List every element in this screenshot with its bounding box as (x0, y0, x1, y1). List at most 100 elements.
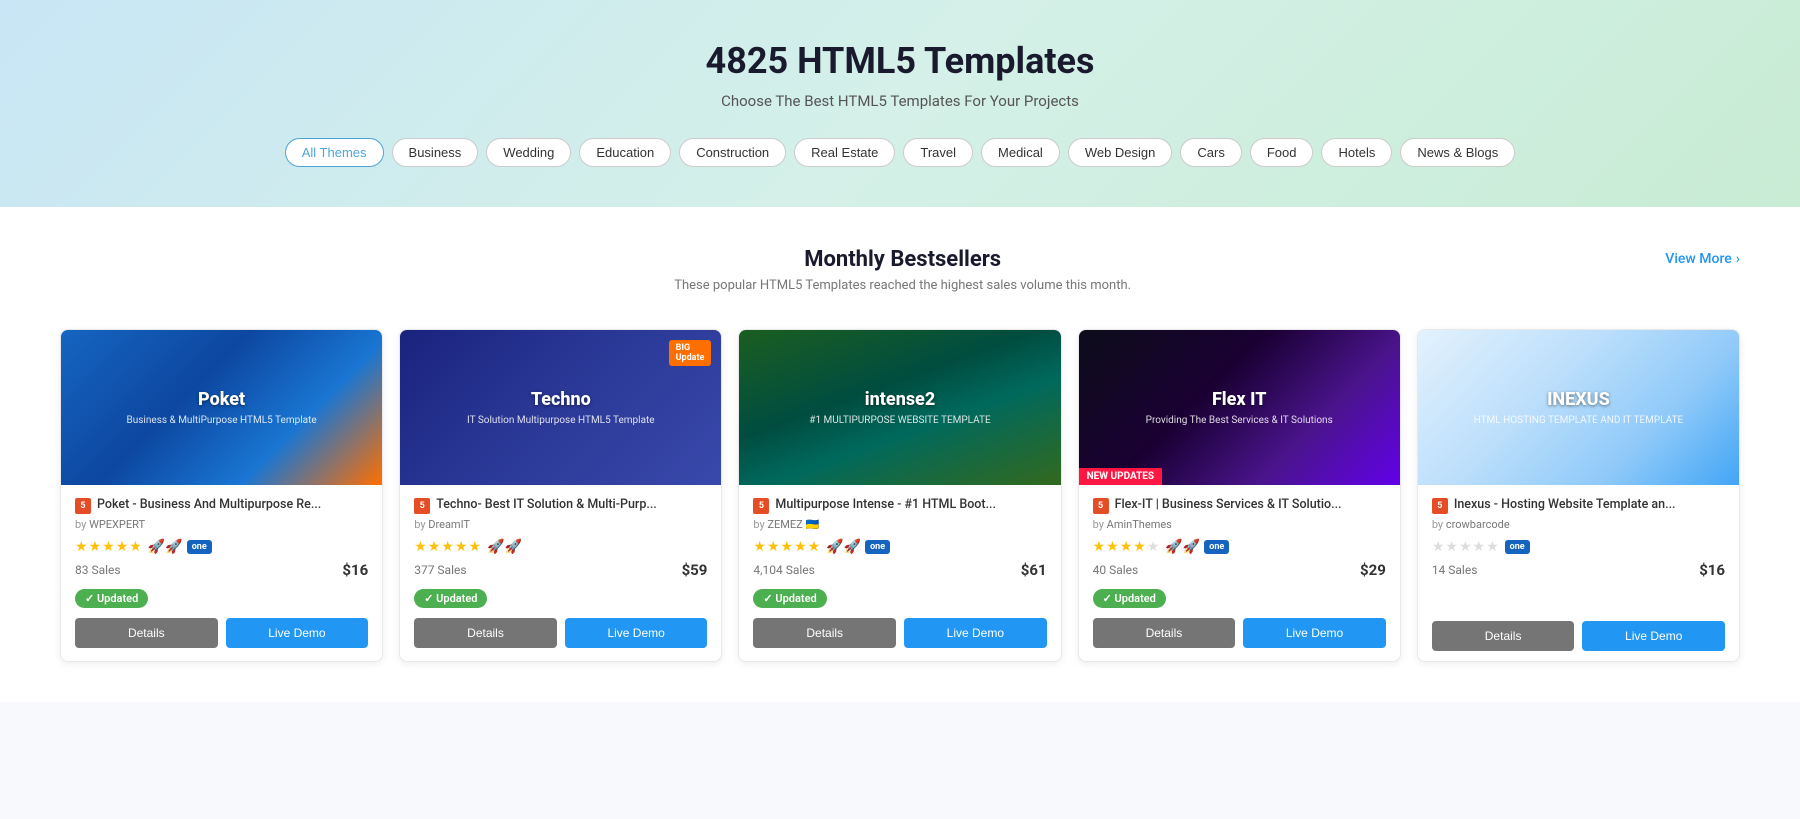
stars-container: ★★★★★ (1432, 539, 1499, 555)
star-5: ★ (1147, 539, 1160, 555)
card-author: by DreamIT (414, 518, 707, 531)
html5-icon: 5 (1432, 498, 1448, 514)
card-buttons: Details Live Demo (1432, 621, 1725, 651)
filter-tag-business[interactable]: Business (392, 138, 479, 167)
one-badge: one (1505, 540, 1530, 554)
cards-grid: Poket Business & MultiPurpose HTML5 Temp… (60, 329, 1740, 662)
card-body: 5 Techno- Best IT Solution & Multi-Purp.… (400, 485, 721, 658)
details-button[interactable]: Details (753, 618, 896, 648)
section-title-area: Monthly Bestsellers These popular HTML5 … (140, 247, 1665, 321)
page-title: 4825 HTML5 Templates (20, 40, 1780, 82)
star-4: ★ (794, 539, 807, 555)
details-button[interactable]: Details (75, 618, 218, 648)
card-thumbnail: INEXUS HTML HOSTING TEMPLATE AND IT TEMP… (1418, 330, 1739, 485)
rocket-badge: 🚀🚀 (487, 539, 522, 555)
stars-container: ★★★★★ (753, 539, 820, 555)
star-5: ★ (129, 539, 142, 555)
live-demo-button[interactable]: Live Demo (1243, 618, 1386, 648)
live-demo-button[interactable]: Live Demo (226, 618, 369, 648)
live-demo-button[interactable]: Live Demo (904, 618, 1047, 648)
filter-tag-wedding[interactable]: Wedding (486, 138, 571, 167)
star-4: ★ (1133, 539, 1146, 555)
rocket-badge: 🚀🚀 (826, 539, 861, 555)
card-item-2: intense2 #1 MULTIPURPOSE WEBSITE TEMPLAT… (738, 329, 1061, 662)
sales-count: 83 Sales (75, 563, 121, 577)
card-title: Inexus - Hosting Website Template an... (1454, 497, 1725, 513)
filter-tag-education[interactable]: Education (579, 138, 671, 167)
card-thumbnail: intense2 #1 MULTIPURPOSE WEBSITE TEMPLAT… (739, 330, 1060, 485)
live-demo-button[interactable]: Live Demo (565, 618, 708, 648)
price: $16 (342, 561, 368, 579)
filter-tag-news-and-blogs[interactable]: News & Blogs (1400, 138, 1515, 167)
star-1: ★ (753, 539, 766, 555)
card-img-subtitle: Business & MultiPurpose HTML5 Template (127, 415, 317, 426)
stars-row: ★★★★★ one (1432, 539, 1725, 555)
details-button[interactable]: Details (414, 618, 557, 648)
star-3: ★ (781, 539, 794, 555)
sales-count: 377 Sales (414, 563, 466, 577)
section-subtitle: These popular HTML5 Templates reached th… (140, 278, 1665, 293)
main-content: Monthly Bestsellers These popular HTML5 … (0, 207, 1800, 702)
card-item-3: Flex IT Providing The Best Services & IT… (1078, 329, 1401, 662)
sales-price-row: 83 Sales $16 (75, 561, 368, 579)
card-img-subtitle: Providing The Best Services & IT Solutio… (1146, 415, 1333, 426)
star-4: ★ (455, 539, 468, 555)
star-4: ★ (1473, 539, 1486, 555)
card-title: Flex-IT | Business Services & IT Solutio… (1115, 497, 1386, 513)
stars-row: ★★★★★ 🚀🚀one (753, 539, 1046, 555)
filter-tag-medical[interactable]: Medical (981, 138, 1060, 167)
card-thumbnail: Poket Business & MultiPurpose HTML5 Temp… (61, 330, 382, 485)
filter-tag-all-themes[interactable]: All Themes (285, 138, 384, 167)
html5-icon: 5 (75, 498, 91, 514)
card-img-title: Flex IT (1212, 389, 1267, 411)
filter-tag-cars[interactable]: Cars (1180, 138, 1241, 167)
filter-tag-hotels[interactable]: Hotels (1321, 138, 1392, 167)
details-button[interactable]: Details (1093, 618, 1236, 648)
live-demo-button[interactable]: Live Demo (1582, 621, 1725, 651)
filter-tag-real-estate[interactable]: Real Estate (794, 138, 895, 167)
details-button[interactable]: Details (1432, 621, 1575, 651)
star-2: ★ (1445, 539, 1458, 555)
card-title-row: 5 Flex-IT | Business Services & IT Solut… (1093, 497, 1386, 514)
star-1: ★ (75, 539, 88, 555)
card-body: 5 Multipurpose Intense - #1 HTML Boot...… (739, 485, 1060, 658)
updated-badge: ✓ Updated (414, 589, 487, 608)
card-author: by crowbarcode (1432, 518, 1725, 531)
price: $16 (1699, 561, 1725, 579)
html5-icon: 5 (414, 498, 430, 514)
stars-row: ★★★★★ 🚀🚀one (1093, 539, 1386, 555)
stars-container: ★★★★★ (75, 539, 142, 555)
star-5: ★ (468, 539, 481, 555)
card-item-4: INEXUS HTML HOSTING TEMPLATE AND IT TEMP… (1417, 329, 1740, 662)
sales-count: 40 Sales (1093, 563, 1139, 577)
filter-tag-travel[interactable]: Travel (903, 138, 973, 167)
new-updates-badge: NEW UPDATES (1079, 468, 1162, 485)
badges-row: 🚀🚀one (148, 539, 212, 555)
rocket-badge: 🚀🚀 (148, 539, 183, 555)
badges-row: one (1505, 540, 1530, 554)
card-img-title: Poket (198, 389, 245, 411)
card-thumbnail: Techno IT Solution Multipurpose HTML5 Te… (400, 330, 721, 485)
badges-row: 🚀🚀one (1165, 539, 1229, 555)
card-buttons: Details Live Demo (1093, 618, 1386, 648)
html5-icon: 5 (1093, 498, 1109, 514)
sales-price-row: 377 Sales $59 (414, 561, 707, 579)
badges-row: 🚀🚀one (826, 539, 890, 555)
star-1: ★ (1432, 539, 1445, 555)
filter-tag-construction[interactable]: Construction (679, 138, 786, 167)
filter-tag-food[interactable]: Food (1250, 138, 1314, 167)
stars-container: ★★★★★ (414, 539, 481, 555)
card-thumbnail: Flex IT Providing The Best Services & IT… (1079, 330, 1400, 485)
card-img-subtitle: HTML HOSTING TEMPLATE AND IT TEMPLATE (1474, 415, 1684, 426)
section-title: Monthly Bestsellers (140, 247, 1665, 272)
stars-row: ★★★★★ 🚀🚀 (414, 539, 707, 555)
star-5: ★ (808, 539, 821, 555)
view-more-link[interactable]: View More › (1665, 251, 1740, 267)
card-img-subtitle: #1 MULTIPURPOSE WEBSITE TEMPLATE (809, 415, 990, 426)
filter-tag-web-design[interactable]: Web Design (1068, 138, 1173, 167)
card-buttons: Details Live Demo (414, 618, 707, 648)
card-title: Poket - Business And Multipurpose Re... (97, 497, 368, 513)
star-2: ★ (89, 539, 102, 555)
card-body: 5 Flex-IT | Business Services & IT Solut… (1079, 485, 1400, 658)
star-4: ★ (116, 539, 129, 555)
